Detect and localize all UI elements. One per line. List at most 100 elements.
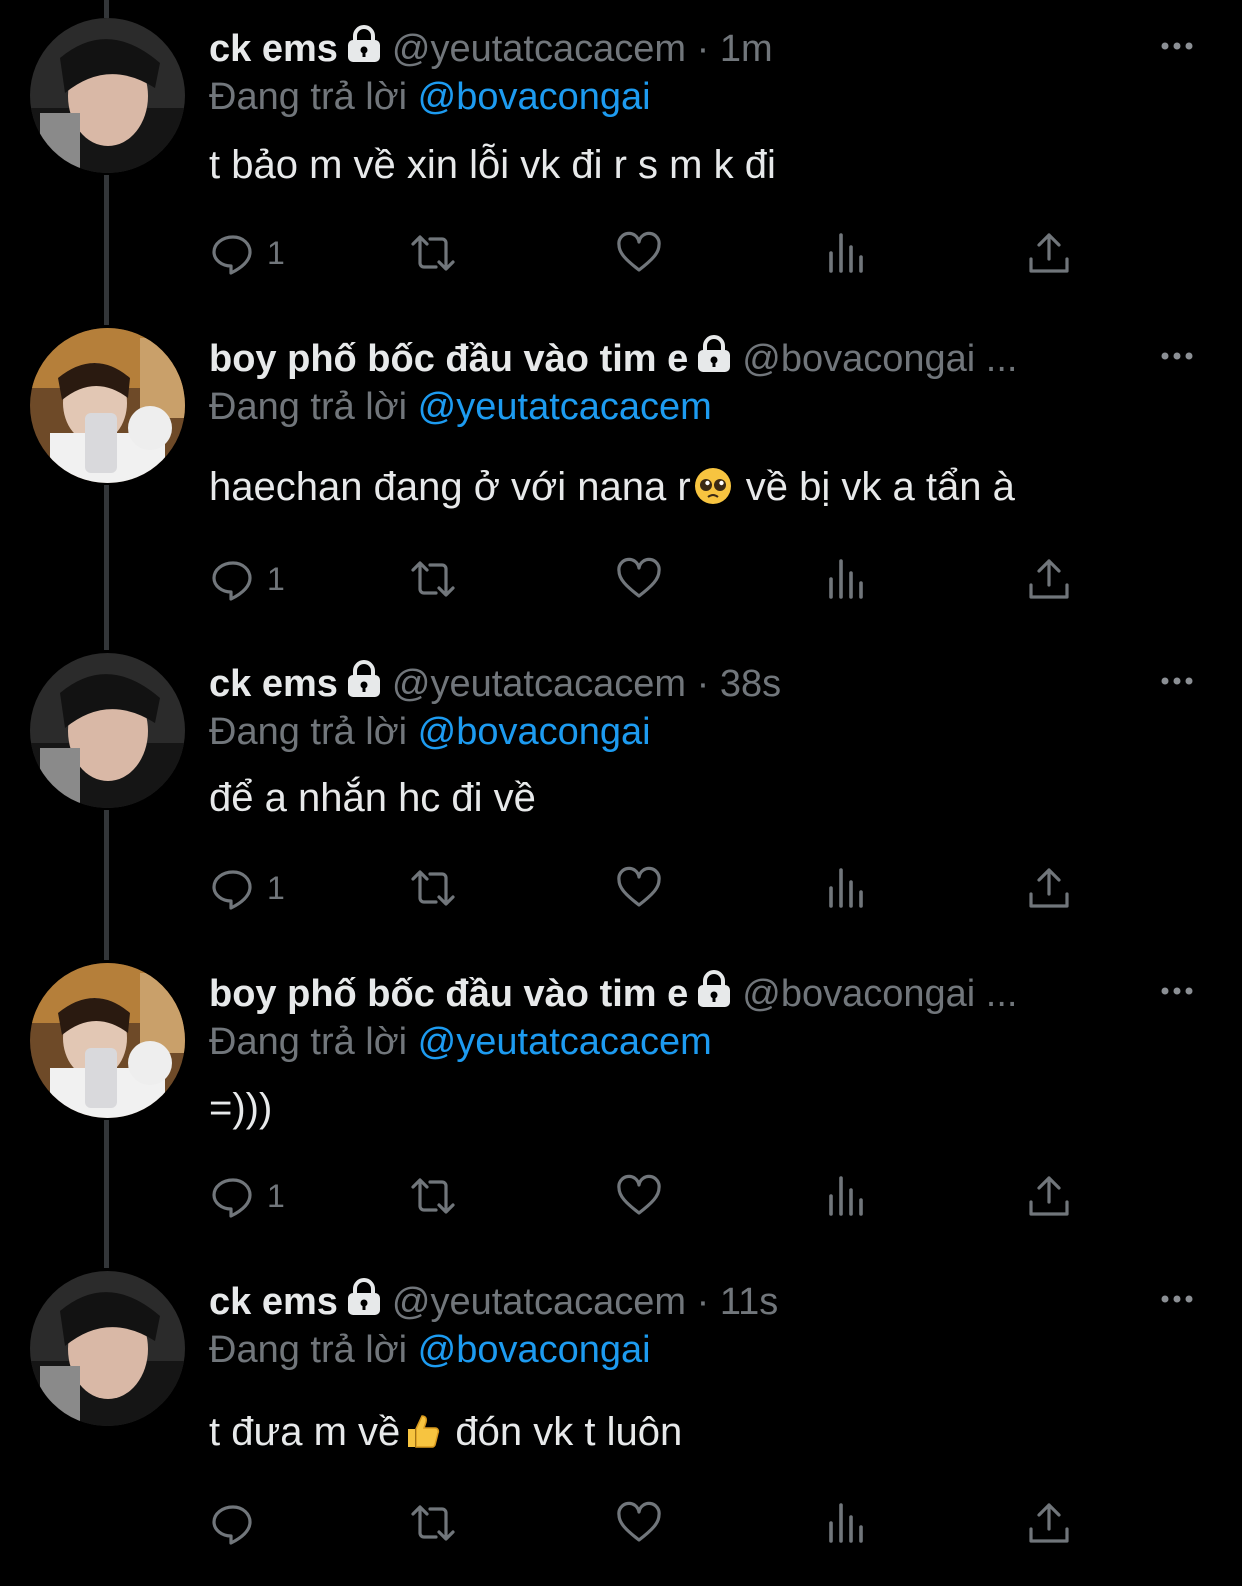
like-button[interactable] xyxy=(615,1498,663,1548)
separator: · xyxy=(696,1281,710,1323)
heart-icon xyxy=(617,866,661,907)
heart-icon xyxy=(617,1501,661,1542)
avatar[interactable] xyxy=(30,18,185,173)
lock-icon xyxy=(347,660,380,697)
retweet-button[interactable] xyxy=(409,863,457,913)
views-button[interactable] xyxy=(821,554,869,604)
more-icon[interactable] xyxy=(1157,971,1197,1011)
views-button[interactable] xyxy=(821,1498,869,1548)
replying-to: Đang trả lời @bovacongai xyxy=(209,707,651,757)
tweet-header: ck ems @yeutatcacacem · 38s xyxy=(209,659,1122,709)
display-name[interactable]: ck ems xyxy=(209,28,338,70)
more-icon[interactable] xyxy=(1157,26,1197,66)
replying-to: Đang trả lời @bovacongai xyxy=(209,72,651,122)
action-bar: 1 xyxy=(209,863,1079,913)
reply-prefix: Đang trả lời xyxy=(209,1329,408,1371)
analytics-icon xyxy=(829,1176,863,1216)
more-icon[interactable] xyxy=(1157,336,1197,376)
avatar[interactable] xyxy=(30,963,185,1118)
user-handle[interactable]: @yeutatcacacem xyxy=(392,28,686,70)
retweet-button[interactable] xyxy=(409,554,457,604)
like-button[interactable] xyxy=(615,863,663,913)
reply-prefix: Đang trả lời xyxy=(209,386,408,428)
reply-prefix: Đang trả lời xyxy=(209,711,408,753)
share-button[interactable] xyxy=(1025,554,1073,604)
display-name[interactable]: ck ems xyxy=(209,1281,338,1323)
reply-button[interactable]: 1 xyxy=(209,554,285,604)
tweet-text-part: t đưa m về xyxy=(209,1410,401,1454)
tweet-text: t đưa m về đón vk t luôn xyxy=(209,1405,682,1459)
tweet-text: t bảo m về xin lỗi vk đi r s m k đi xyxy=(209,138,776,192)
reply-button[interactable] xyxy=(209,1498,267,1548)
thumbs-up-emoji xyxy=(408,1415,440,1448)
share-button[interactable] xyxy=(1025,228,1073,278)
reply-icon xyxy=(212,235,252,275)
reply-button[interactable]: 1 xyxy=(209,1171,285,1221)
avatar[interactable] xyxy=(30,1271,185,1426)
tweet-text-part: về bị vk a tẩn à xyxy=(734,465,1015,509)
tweet-text-part: đón vk t luôn xyxy=(444,1410,683,1454)
user-handle[interactable]: @yeutatcacacem xyxy=(392,663,686,705)
share-button[interactable] xyxy=(1025,1498,1073,1548)
tweet[interactable]: ck ems @yeutatcacacem · 38s Đang trả lời … xyxy=(0,635,1242,945)
user-handle[interactable]: @bovacongai ... xyxy=(742,973,1017,1015)
display-name[interactable]: boy phố bốc đầu vào tim e xyxy=(209,338,688,380)
reply-prefix: Đang trả lời xyxy=(209,76,408,118)
tweet-header: ck ems @yeutatcacacem · 1m xyxy=(209,24,1122,74)
tweet-header: boy phố bốc đầu vào tim e @bovacongai ... xyxy=(209,334,1122,384)
tweet-header: ck ems @yeutatcacacem · 11s xyxy=(209,1277,1122,1327)
user-handle[interactable]: @bovacongai ... xyxy=(742,338,1017,380)
user-handle[interactable]: @yeutatcacacem xyxy=(392,1281,686,1323)
reply-button[interactable]: 1 xyxy=(209,228,285,278)
reply-count: 1 xyxy=(267,1177,285,1214)
action-bar: 1 xyxy=(209,554,1079,604)
separator: · xyxy=(696,663,710,705)
reply-button[interactable]: 1 xyxy=(209,863,285,913)
display-name[interactable]: boy phố bốc đầu vào tim e xyxy=(209,973,688,1015)
views-button[interactable] xyxy=(821,1171,869,1221)
replying-to: Đang trả lời @yeutatcacacem xyxy=(209,1017,712,1067)
display-name[interactable]: ck ems xyxy=(209,663,338,705)
tweet[interactable]: boy phố bốc đầu vào tim e @bovacongai ...… xyxy=(0,310,1242,640)
like-button[interactable] xyxy=(615,1171,663,1221)
heart-icon xyxy=(617,231,661,272)
analytics-icon xyxy=(829,868,863,908)
share-icon xyxy=(1029,233,1069,273)
analytics-icon xyxy=(829,559,863,599)
like-button[interactable] xyxy=(615,554,663,604)
avatar[interactable] xyxy=(30,328,185,483)
timestamp[interactable]: 1m xyxy=(720,28,773,70)
reply-mention[interactable]: @yeutatcacacem xyxy=(418,386,712,428)
reply-mention[interactable]: @bovacongai xyxy=(418,711,651,753)
lock-icon xyxy=(347,1278,380,1315)
reply-mention[interactable]: @bovacongai xyxy=(418,1329,651,1371)
tweet[interactable]: ck ems @yeutatcacacem · 11s Đang trả lời … xyxy=(0,1253,1242,1586)
share-button[interactable] xyxy=(1025,1171,1073,1221)
retweet-button[interactable] xyxy=(409,1498,457,1548)
retweet-button[interactable] xyxy=(409,228,457,278)
more-icon[interactable] xyxy=(1157,1279,1197,1319)
share-icon xyxy=(1029,1176,1069,1216)
separator: · xyxy=(696,28,710,70)
avatar[interactable] xyxy=(30,653,185,808)
tweet[interactable]: boy phố bốc đầu vào tim e @bovacongai ...… xyxy=(0,945,1242,1255)
timestamp[interactable]: 38s xyxy=(720,663,781,705)
reply-mention[interactable]: @yeutatcacacem xyxy=(418,1021,712,1063)
reply-icon xyxy=(212,1505,252,1545)
analytics-icon xyxy=(829,1503,863,1543)
views-button[interactable] xyxy=(821,863,869,913)
tweet-text: =))) xyxy=(209,1081,272,1135)
timestamp[interactable]: 11s xyxy=(720,1281,778,1323)
views-button[interactable] xyxy=(821,228,869,278)
like-button[interactable] xyxy=(615,228,663,278)
reply-count: 1 xyxy=(267,869,285,906)
reply-mention[interactable]: @bovacongai xyxy=(418,76,651,118)
share-button[interactable] xyxy=(1025,863,1073,913)
more-icon[interactable] xyxy=(1157,661,1197,701)
replying-to: Đang trả lời @bovacongai xyxy=(209,1325,651,1375)
tweet[interactable]: ck ems @yeutatcacacem · 1m Đang trả lời @… xyxy=(0,0,1242,310)
retweet-button[interactable] xyxy=(409,1171,457,1221)
tweet-text-part: t bảo m về xin lỗi vk đi r s m k đi xyxy=(209,143,776,187)
tweet-text: để a nhắn hc đi về xyxy=(209,771,536,825)
lock-icon xyxy=(698,335,731,372)
